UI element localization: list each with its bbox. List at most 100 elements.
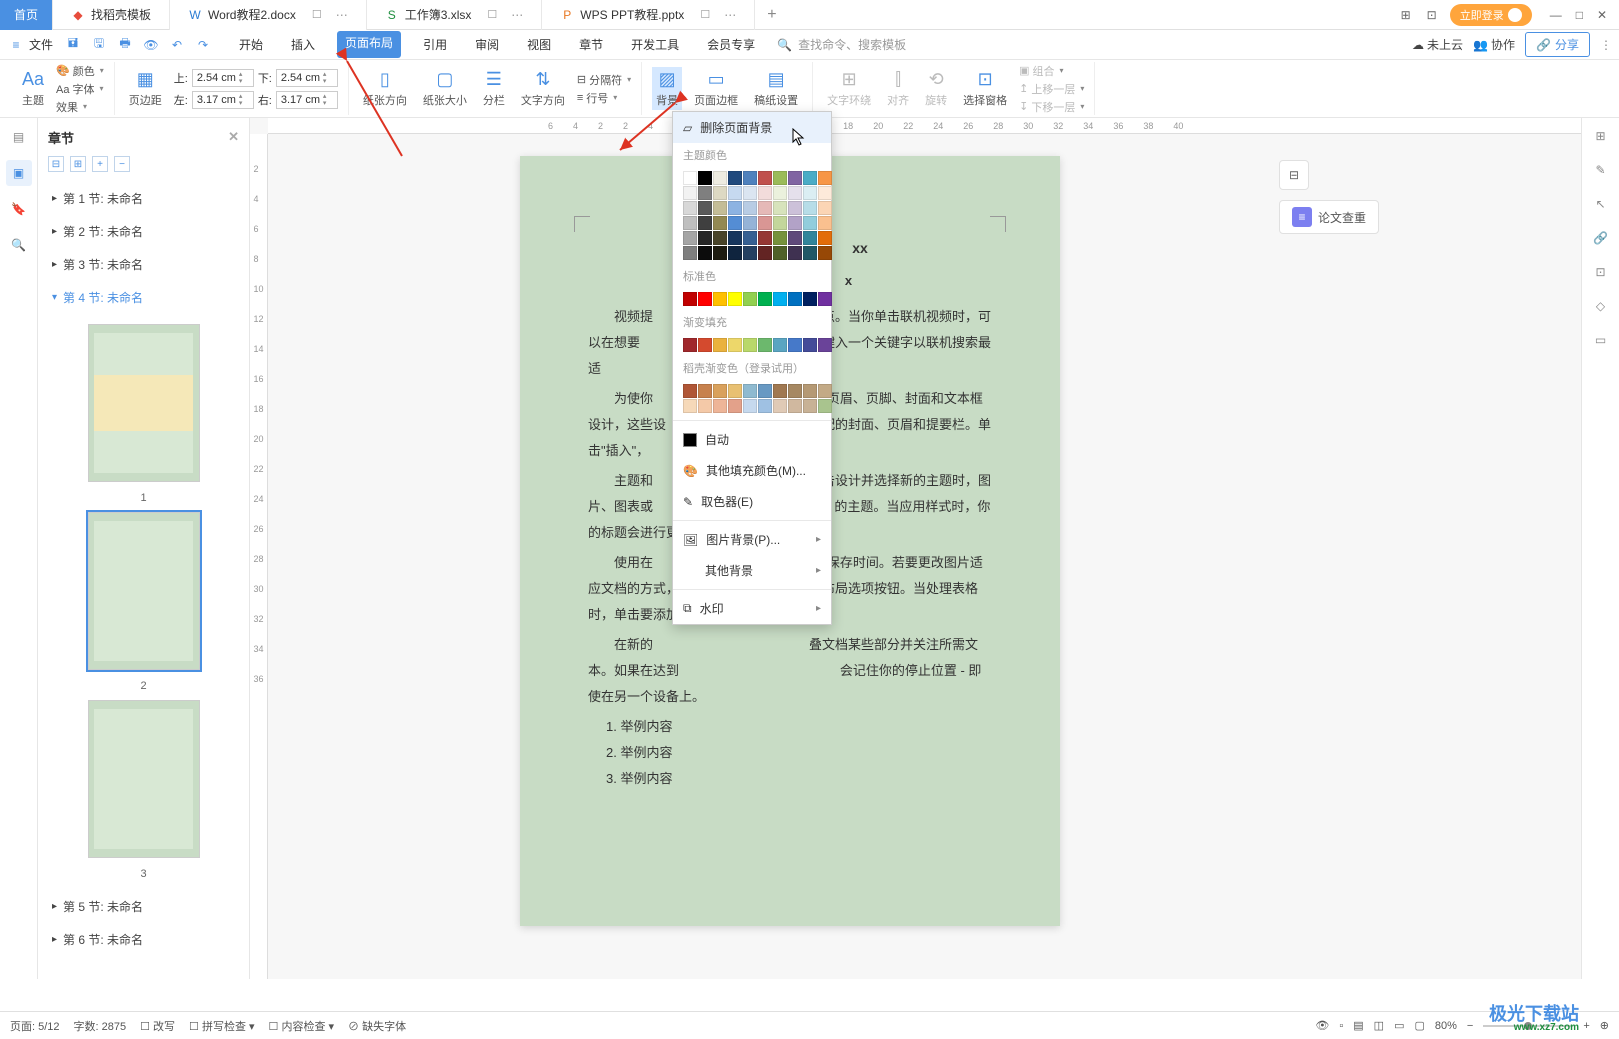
- color-swatch[interactable]: [713, 201, 727, 215]
- new-tab-button[interactable]: +: [755, 6, 788, 24]
- color-swatch[interactable]: [713, 231, 727, 245]
- color-swatch[interactable]: [818, 171, 832, 185]
- color-swatch[interactable]: [818, 292, 832, 306]
- grid-icon[interactable]: ⊡: [1424, 7, 1440, 23]
- color-swatch[interactable]: [683, 216, 697, 230]
- color-swatch[interactable]: [818, 216, 832, 230]
- color-swatch[interactable]: [788, 384, 802, 398]
- chapter-item[interactable]: ▸第 2 节: 未命名: [38, 215, 249, 248]
- chapter-item[interactable]: ▸第 6 节: 未命名: [38, 923, 249, 956]
- close-icon[interactable]: ⋯: [724, 8, 736, 22]
- remove-icon[interactable]: −: [114, 156, 130, 172]
- chapter-item[interactable]: ▸第 5 节: 未命名: [38, 890, 249, 923]
- background-button[interactable]: ▨背景: [652, 67, 682, 110]
- tab-devtool[interactable]: 开发工具: [625, 31, 685, 58]
- rail-bookmark-icon[interactable]: 🔖: [6, 196, 32, 222]
- color-swatch[interactable]: [683, 171, 697, 185]
- down-button[interactable]: ↧ 下移一层▾: [1019, 99, 1084, 115]
- page-border-button[interactable]: ▭页面边框: [690, 67, 742, 110]
- rail-chapters-icon[interactable]: ▣: [6, 160, 32, 186]
- color-swatch[interactable]: [773, 384, 787, 398]
- rotate-button[interactable]: ⟲旋转: [921, 67, 951, 110]
- vertical-ruler[interactable]: 24681012141618202224262830323436: [250, 134, 268, 979]
- margin-top-input[interactable]: 2.54 cm▴▾: [192, 69, 254, 87]
- color-swatch[interactable]: [743, 246, 757, 260]
- tab-home[interactable]: 首页: [0, 0, 53, 30]
- color-swatch[interactable]: [803, 384, 817, 398]
- font-button[interactable]: Aa 字体▾: [56, 81, 104, 97]
- close-icon[interactable]: ⋯: [511, 8, 523, 22]
- color-swatch[interactable]: [728, 216, 742, 230]
- paper-review-button[interactable]: ≡ 论文查重: [1279, 200, 1379, 234]
- color-swatch[interactable]: [758, 338, 772, 352]
- color-swatch[interactable]: [698, 384, 712, 398]
- align-button[interactable]: ⫿对齐: [883, 67, 913, 110]
- color-swatch[interactable]: [788, 338, 802, 352]
- paper-setup-button[interactable]: ▤稿纸设置: [750, 67, 802, 110]
- login-button[interactable]: 立即登录: [1450, 4, 1532, 26]
- remove-background-option[interactable]: ▱ 删除页面背景: [673, 112, 831, 143]
- redo-icon[interactable]: ↷: [193, 35, 213, 55]
- chapter-item[interactable]: ▸第 1 节: 未命名: [38, 182, 249, 215]
- share-button[interactable]: 🔗 分享: [1525, 32, 1590, 57]
- save-icon[interactable]: ☐: [700, 8, 710, 21]
- color-swatch[interactable]: [698, 201, 712, 215]
- close-icon[interactable]: ⋯: [336, 8, 348, 22]
- color-swatch[interactable]: [683, 338, 697, 352]
- effect-button[interactable]: 效果▾: [56, 99, 104, 115]
- color-swatch[interactable]: [683, 186, 697, 200]
- close-window-button[interactable]: ✕: [1597, 8, 1607, 22]
- color-swatch[interactable]: [773, 292, 787, 306]
- content-check[interactable]: ☐ 内容检查 ▾: [269, 1018, 335, 1034]
- color-swatch[interactable]: [758, 216, 772, 230]
- divider-button[interactable]: ⊟ 分隔符▾: [577, 72, 631, 88]
- color-swatch[interactable]: [713, 384, 727, 398]
- color-swatch[interactable]: [788, 399, 802, 413]
- picture-background-option[interactable]: 🖼 图片背景(P)... ▸: [673, 524, 831, 555]
- zoom-out-button[interactable]: −: [1467, 1020, 1473, 1032]
- color-swatch[interactable]: [803, 186, 817, 200]
- cloud-button[interactable]: ☁ 未上云: [1412, 36, 1463, 53]
- rr-limit-icon[interactable]: ⊡: [1591, 262, 1611, 282]
- color-swatch[interactable]: [698, 246, 712, 260]
- rr-style-icon[interactable]: ✎: [1591, 160, 1611, 180]
- color-swatch[interactable]: [818, 186, 832, 200]
- missing-font[interactable]: ⊘ 缺失字体: [348, 1018, 406, 1034]
- tab-review[interactable]: 审阅: [469, 31, 505, 58]
- page-margin-button[interactable]: ▦页边距: [125, 67, 166, 110]
- rr-diamond-icon[interactable]: ◇: [1591, 296, 1611, 316]
- color-swatch[interactable]: [698, 171, 712, 185]
- color-swatch[interactable]: [773, 231, 787, 245]
- color-swatch[interactable]: [788, 231, 802, 245]
- color-swatch[interactable]: [773, 216, 787, 230]
- select-pane-button[interactable]: ⊡选择窗格: [959, 67, 1011, 110]
- fit-button[interactable]: ⊕: [1600, 1019, 1609, 1032]
- tab-insert[interactable]: 插入: [285, 31, 321, 58]
- color-swatch[interactable]: [788, 216, 802, 230]
- other-background-option[interactable]: 其他背景 ▸: [673, 555, 831, 586]
- page-thumbnail[interactable]: [88, 324, 200, 482]
- color-swatch[interactable]: [803, 216, 817, 230]
- color-swatch[interactable]: [758, 186, 772, 200]
- color-swatch[interactable]: [758, 201, 772, 215]
- color-swatch[interactable]: [713, 292, 727, 306]
- tab-section[interactable]: 章节: [573, 31, 609, 58]
- view-web-icon[interactable]: ◫: [1374, 1019, 1384, 1032]
- zoom-in-button[interactable]: +: [1583, 1020, 1589, 1032]
- maximize-button[interactable]: □: [1576, 8, 1583, 22]
- view-focus-icon[interactable]: ▢: [1414, 1019, 1424, 1032]
- theme-button[interactable]: Aa主题: [18, 67, 48, 110]
- color-swatch[interactable]: [803, 338, 817, 352]
- color-button[interactable]: 🎨 颜色▾: [56, 63, 104, 79]
- paper-size-button[interactable]: ▢纸张大小: [419, 67, 471, 110]
- color-swatch[interactable]: [803, 246, 817, 260]
- color-swatch[interactable]: [698, 399, 712, 413]
- tab-excel[interactable]: S 工作簿3.xlsx ☐ ⋯: [367, 0, 543, 30]
- save-icon[interactable]: ☐: [487, 8, 497, 21]
- color-swatch[interactable]: [743, 292, 757, 306]
- color-swatch[interactable]: [743, 201, 757, 215]
- tab-template[interactable]: ◆ 找稻壳模板: [53, 0, 170, 30]
- page-count[interactable]: 页面: 5/12: [10, 1018, 60, 1034]
- color-swatch[interactable]: [743, 216, 757, 230]
- color-swatch[interactable]: [728, 186, 742, 200]
